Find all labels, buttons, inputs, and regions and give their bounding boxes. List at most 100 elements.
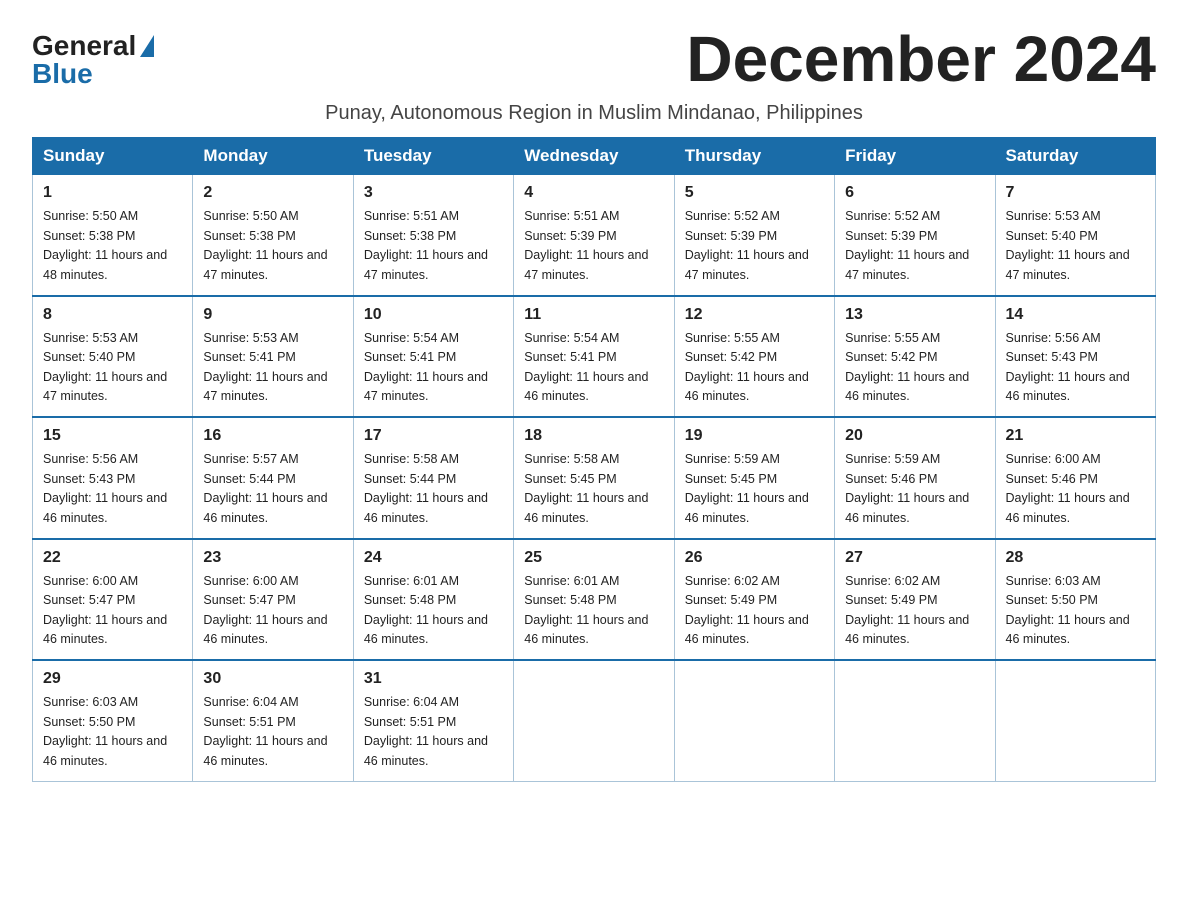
day-number: 2 [203,181,342,205]
calendar-cell: 15 Sunrise: 5:56 AMSunset: 5:43 PMDaylig… [33,417,193,539]
calendar-cell: 31 Sunrise: 6:04 AMSunset: 5:51 PMDaylig… [353,660,513,781]
day-info: Sunrise: 5:59 AMSunset: 5:45 PMDaylight:… [685,452,809,524]
day-number: 21 [1006,424,1145,448]
calendar-week-row: 22 Sunrise: 6:00 AMSunset: 5:47 PMDaylig… [33,539,1156,661]
day-info: Sunrise: 5:52 AMSunset: 5:39 PMDaylight:… [685,209,809,281]
day-number: 31 [364,667,503,691]
day-number: 7 [1006,181,1145,205]
day-info: Sunrise: 5:53 AMSunset: 5:40 PMDaylight:… [1006,209,1130,281]
day-info: Sunrise: 6:03 AMSunset: 5:50 PMDaylight:… [1006,574,1130,646]
day-info: Sunrise: 5:53 AMSunset: 5:41 PMDaylight:… [203,331,327,403]
col-header-monday: Monday [193,138,353,175]
day-info: Sunrise: 5:56 AMSunset: 5:43 PMDaylight:… [1006,331,1130,403]
day-number: 13 [845,303,984,327]
calendar-cell: 13 Sunrise: 5:55 AMSunset: 5:42 PMDaylig… [835,296,995,418]
day-info: Sunrise: 5:55 AMSunset: 5:42 PMDaylight:… [845,331,969,403]
day-info: Sunrise: 6:03 AMSunset: 5:50 PMDaylight:… [43,695,167,767]
day-number: 15 [43,424,182,448]
col-header-friday: Friday [835,138,995,175]
day-info: Sunrise: 6:02 AMSunset: 5:49 PMDaylight:… [845,574,969,646]
calendar-cell: 18 Sunrise: 5:58 AMSunset: 5:45 PMDaylig… [514,417,674,539]
day-info: Sunrise: 6:00 AMSunset: 5:47 PMDaylight:… [43,574,167,646]
day-number: 20 [845,424,984,448]
day-info: Sunrise: 5:54 AMSunset: 5:41 PMDaylight:… [364,331,488,403]
day-info: Sunrise: 5:58 AMSunset: 5:45 PMDaylight:… [524,452,648,524]
title-area: December 2024 [154,24,1156,94]
day-info: Sunrise: 5:54 AMSunset: 5:41 PMDaylight:… [524,331,648,403]
day-number: 22 [43,546,182,570]
day-number: 4 [524,181,663,205]
day-info: Sunrise: 5:53 AMSunset: 5:40 PMDaylight:… [43,331,167,403]
day-info: Sunrise: 5:59 AMSunset: 5:46 PMDaylight:… [845,452,969,524]
calendar-cell: 5 Sunrise: 5:52 AMSunset: 5:39 PMDayligh… [674,175,834,296]
day-info: Sunrise: 6:00 AMSunset: 5:47 PMDaylight:… [203,574,327,646]
logo-blue-text: Blue [32,60,93,88]
logo-general-text: General [32,32,136,60]
calendar-cell: 2 Sunrise: 5:50 AMSunset: 5:38 PMDayligh… [193,175,353,296]
calendar-cell: 10 Sunrise: 5:54 AMSunset: 5:41 PMDaylig… [353,296,513,418]
day-number: 16 [203,424,342,448]
day-info: Sunrise: 6:04 AMSunset: 5:51 PMDaylight:… [364,695,488,767]
calendar-cell: 16 Sunrise: 5:57 AMSunset: 5:44 PMDaylig… [193,417,353,539]
day-number: 12 [685,303,824,327]
day-info: Sunrise: 5:52 AMSunset: 5:39 PMDaylight:… [845,209,969,281]
day-info: Sunrise: 5:56 AMSunset: 5:43 PMDaylight:… [43,452,167,524]
calendar-cell [835,660,995,781]
day-number: 29 [43,667,182,691]
day-number: 11 [524,303,663,327]
day-number: 1 [43,181,182,205]
day-info: Sunrise: 5:50 AMSunset: 5:38 PMDaylight:… [43,209,167,281]
calendar-cell: 20 Sunrise: 5:59 AMSunset: 5:46 PMDaylig… [835,417,995,539]
day-number: 18 [524,424,663,448]
calendar-cell [514,660,674,781]
day-number: 8 [43,303,182,327]
day-number: 14 [1006,303,1145,327]
calendar-cell: 19 Sunrise: 5:59 AMSunset: 5:45 PMDaylig… [674,417,834,539]
calendar-cell: 29 Sunrise: 6:03 AMSunset: 5:50 PMDaylig… [33,660,193,781]
calendar-cell: 12 Sunrise: 5:55 AMSunset: 5:42 PMDaylig… [674,296,834,418]
day-number: 30 [203,667,342,691]
day-info: Sunrise: 6:00 AMSunset: 5:46 PMDaylight:… [1006,452,1130,524]
day-number: 25 [524,546,663,570]
calendar-cell: 11 Sunrise: 5:54 AMSunset: 5:41 PMDaylig… [514,296,674,418]
calendar-cell: 17 Sunrise: 5:58 AMSunset: 5:44 PMDaylig… [353,417,513,539]
day-info: Sunrise: 5:50 AMSunset: 5:38 PMDaylight:… [203,209,327,281]
calendar-cell: 7 Sunrise: 5:53 AMSunset: 5:40 PMDayligh… [995,175,1155,296]
calendar-week-row: 8 Sunrise: 5:53 AMSunset: 5:40 PMDayligh… [33,296,1156,418]
calendar-cell: 6 Sunrise: 5:52 AMSunset: 5:39 PMDayligh… [835,175,995,296]
calendar-cell: 22 Sunrise: 6:00 AMSunset: 5:47 PMDaylig… [33,539,193,661]
day-info: Sunrise: 5:58 AMSunset: 5:44 PMDaylight:… [364,452,488,524]
day-info: Sunrise: 5:55 AMSunset: 5:42 PMDaylight:… [685,331,809,403]
logo-triangle-icon [140,35,154,57]
day-number: 26 [685,546,824,570]
col-header-wednesday: Wednesday [514,138,674,175]
day-info: Sunrise: 5:57 AMSunset: 5:44 PMDaylight:… [203,452,327,524]
calendar-cell: 23 Sunrise: 6:00 AMSunset: 5:47 PMDaylig… [193,539,353,661]
subtitle: Punay, Autonomous Region in Muslim Minda… [32,102,1156,125]
day-info: Sunrise: 5:51 AMSunset: 5:39 PMDaylight:… [524,209,648,281]
calendar-header-row: SundayMondayTuesdayWednesdayThursdayFrid… [33,138,1156,175]
calendar-cell: 30 Sunrise: 6:04 AMSunset: 5:51 PMDaylig… [193,660,353,781]
calendar-week-row: 1 Sunrise: 5:50 AMSunset: 5:38 PMDayligh… [33,175,1156,296]
day-number: 19 [685,424,824,448]
calendar-cell: 26 Sunrise: 6:02 AMSunset: 5:49 PMDaylig… [674,539,834,661]
day-number: 23 [203,546,342,570]
day-info: Sunrise: 5:51 AMSunset: 5:38 PMDaylight:… [364,209,488,281]
calendar-cell: 1 Sunrise: 5:50 AMSunset: 5:38 PMDayligh… [33,175,193,296]
day-number: 6 [845,181,984,205]
col-header-saturday: Saturday [995,138,1155,175]
calendar-cell: 4 Sunrise: 5:51 AMSunset: 5:39 PMDayligh… [514,175,674,296]
day-number: 9 [203,303,342,327]
calendar-cell: 27 Sunrise: 6:02 AMSunset: 5:49 PMDaylig… [835,539,995,661]
day-number: 17 [364,424,503,448]
day-info: Sunrise: 6:01 AMSunset: 5:48 PMDaylight:… [364,574,488,646]
calendar-cell: 14 Sunrise: 5:56 AMSunset: 5:43 PMDaylig… [995,296,1155,418]
calendar-week-row: 29 Sunrise: 6:03 AMSunset: 5:50 PMDaylig… [33,660,1156,781]
day-info: Sunrise: 6:02 AMSunset: 5:49 PMDaylight:… [685,574,809,646]
calendar-table: SundayMondayTuesdayWednesdayThursdayFrid… [32,137,1156,782]
day-number: 10 [364,303,503,327]
col-header-sunday: Sunday [33,138,193,175]
logo: General Blue [32,32,154,88]
day-number: 5 [685,181,824,205]
header: General Blue December 2024 [32,24,1156,94]
